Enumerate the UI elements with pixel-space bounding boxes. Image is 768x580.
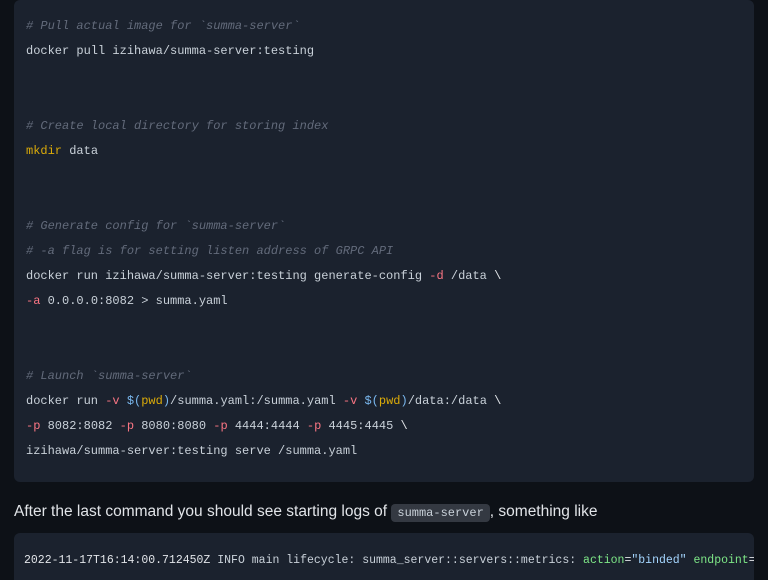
backslash: \ [494, 394, 501, 408]
comment-line: # Pull actual image for `summa-server` [26, 19, 300, 33]
subshell-close: ) [163, 394, 170, 408]
builtin-pwd: pwd [141, 394, 163, 408]
log-ts: 2022-11-17T16:14:00.712450Z [24, 554, 210, 567]
code-text: /data [444, 269, 494, 283]
code-text: data [62, 144, 98, 158]
comment-line: # -a flag is for setting listen address … [26, 244, 393, 258]
code-text: 0.0.0.0:8082 > summa.yaml [40, 294, 227, 308]
code-text: docker run [26, 394, 105, 408]
subshell-open: $( [364, 394, 378, 408]
flag-p: -p [26, 419, 40, 433]
inline-code: summa-server [391, 504, 489, 522]
flag-v: -v [343, 394, 357, 408]
comment-line: # Create local directory for storing ind… [26, 119, 328, 133]
shell-code-block: # Pull actual image for `summa-server` d… [14, 0, 754, 482]
subshell-close: ) [401, 394, 408, 408]
flag-a: -a [26, 294, 40, 308]
comment-line: # Generate config for `summa-server` [26, 219, 285, 233]
flag-p: -p [307, 419, 321, 433]
backslash: \ [494, 269, 501, 283]
flag-v: -v [105, 394, 119, 408]
flag-p: -p [213, 419, 227, 433]
code-line: izihawa/summa-server:testing serve /summ… [26, 444, 357, 458]
code-text: /data:/data [408, 394, 494, 408]
code-line: docker pull izihawa/summa-server:testing [26, 44, 314, 58]
builtin-pwd: pwd [379, 394, 401, 408]
flag-d: -d [429, 269, 443, 283]
comment-line: # Launch `summa-server` [26, 369, 192, 383]
prose-text: After the last command you should see st… [14, 503, 391, 520]
builtin-mkdir: mkdir [26, 144, 62, 158]
backslash: \ [401, 419, 408, 433]
subshell-open: $( [127, 394, 141, 408]
prose-text: , something like [490, 503, 598, 520]
flag-p: -p [120, 419, 134, 433]
code-line: docker run izihawa/summa-server:testing … [26, 269, 429, 283]
code-text: /summa.yaml:/summa.yaml [170, 394, 343, 408]
prose-line: After the last command you should see st… [14, 500, 754, 523]
